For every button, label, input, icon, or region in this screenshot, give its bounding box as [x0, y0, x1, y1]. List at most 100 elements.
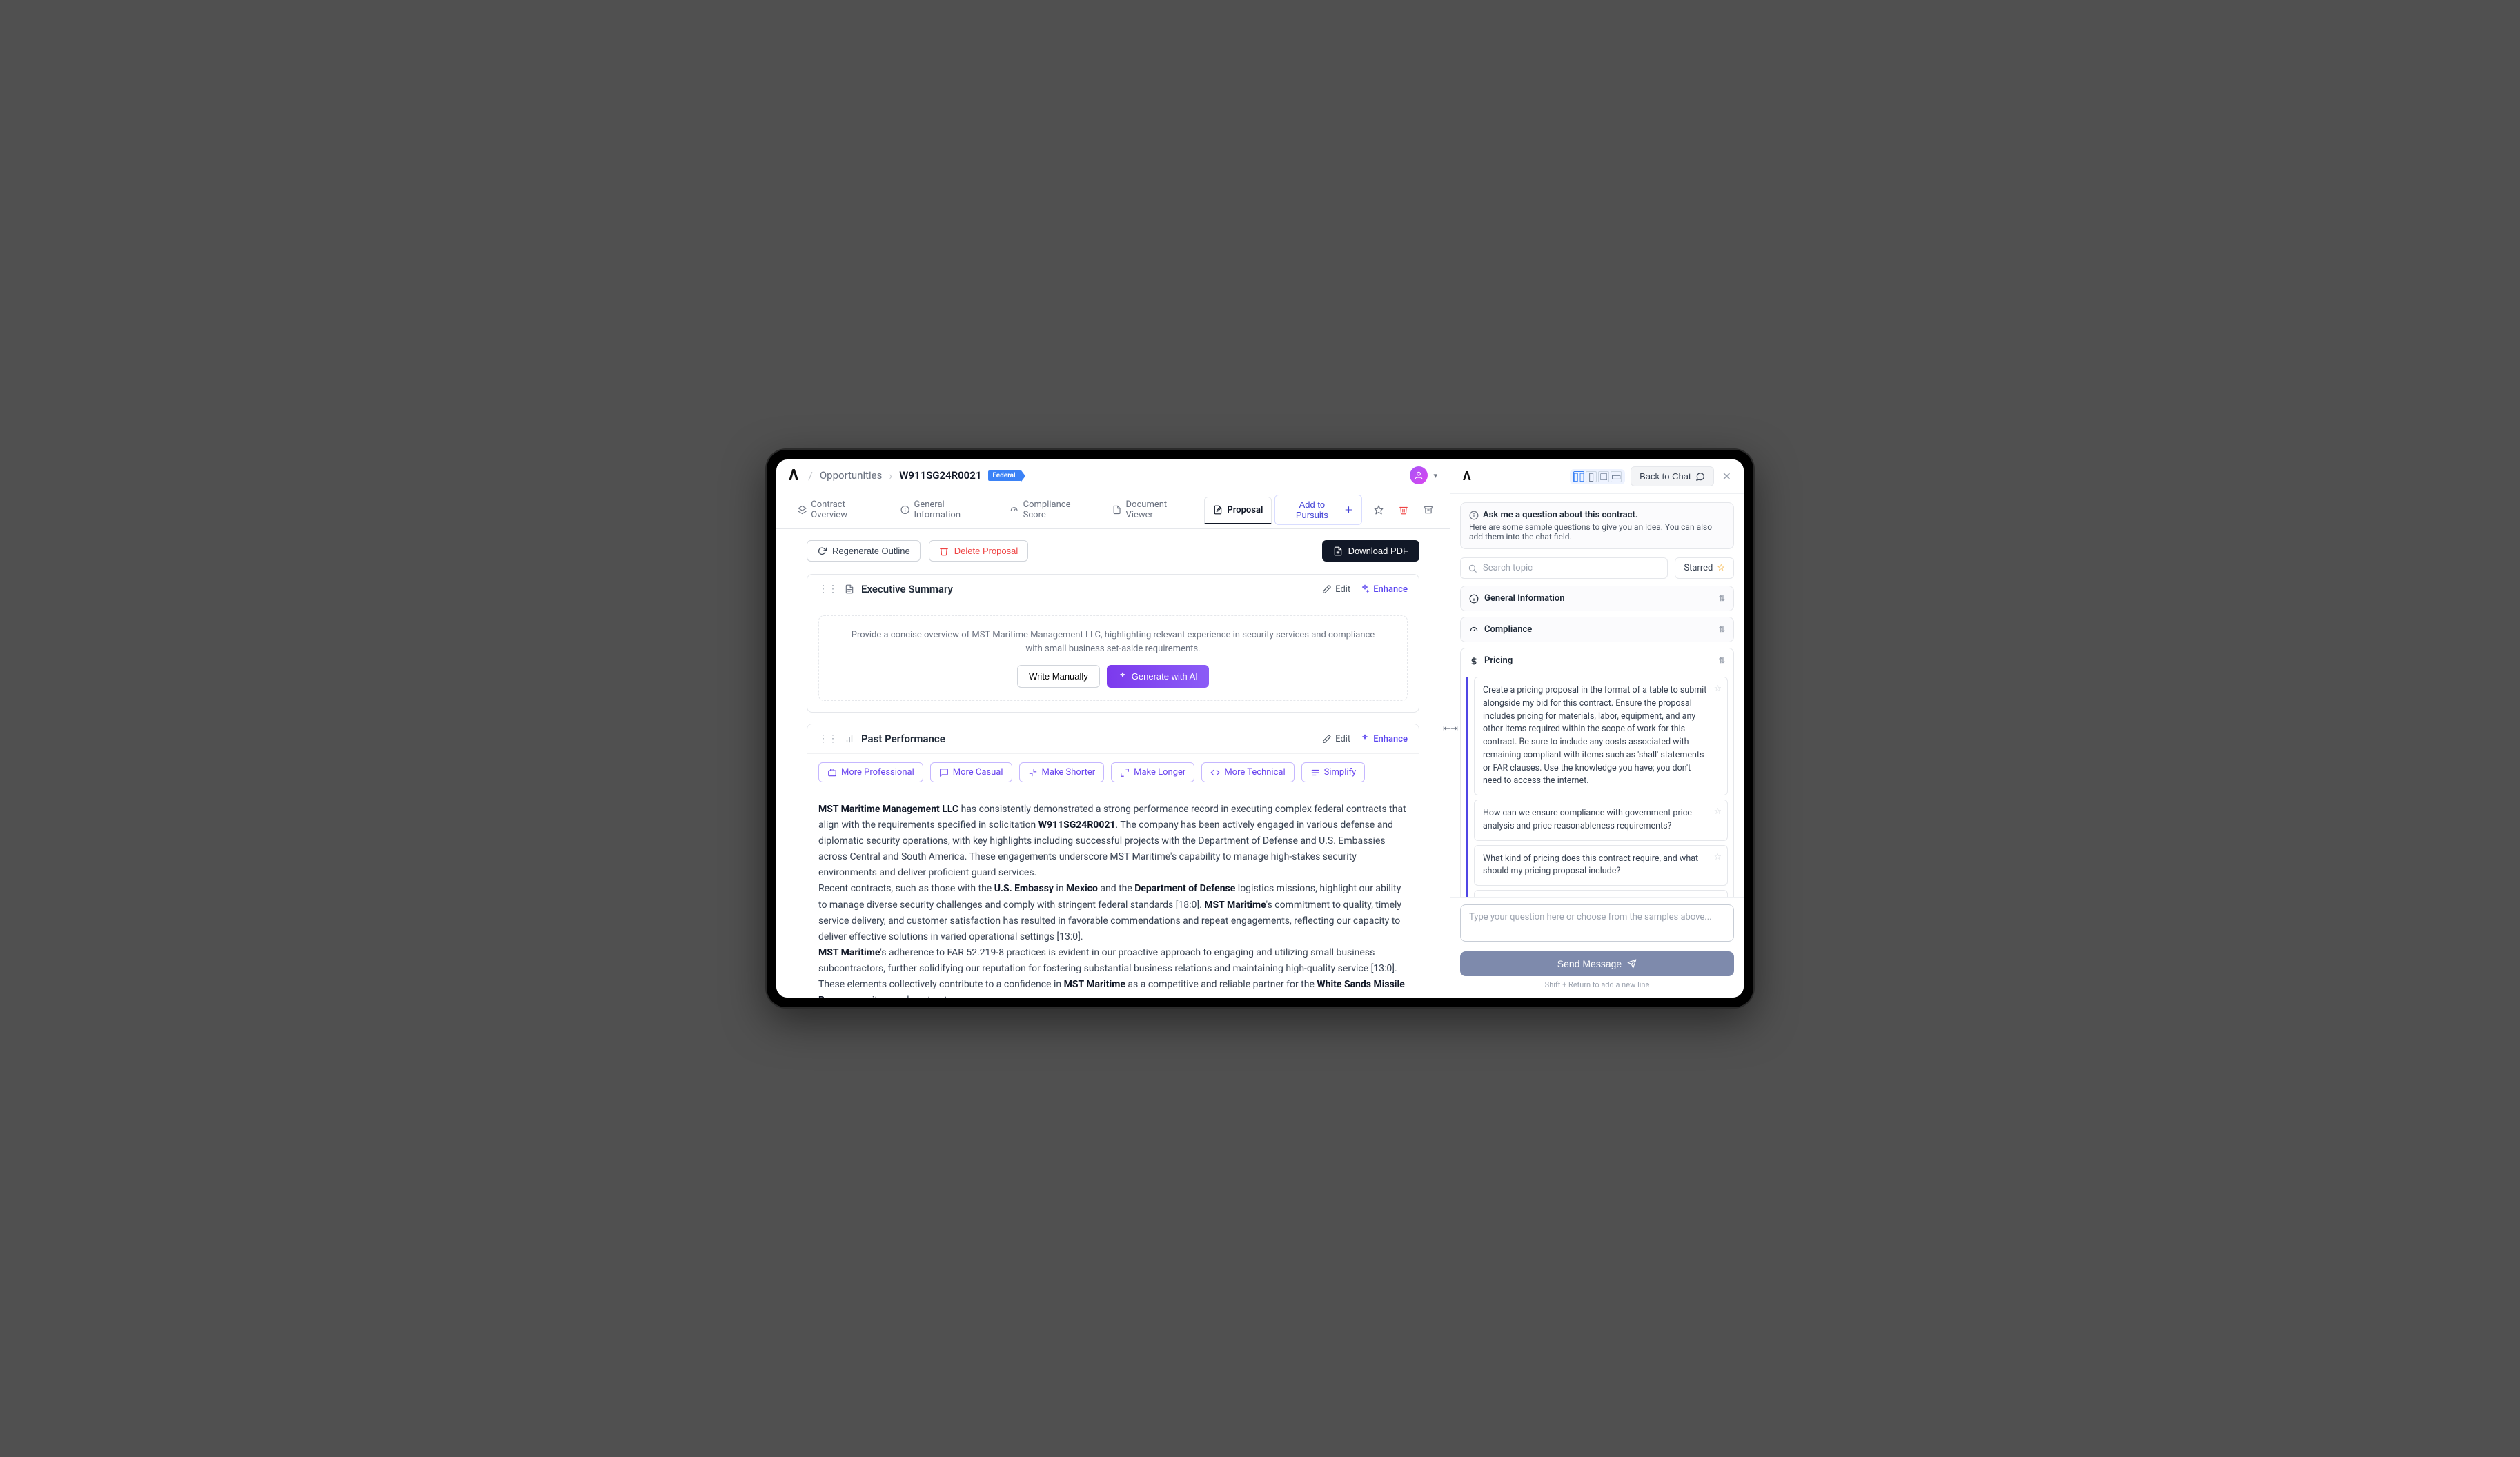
tab-contract-overview[interactable]: Contract Overview	[789, 491, 889, 528]
body-bold: MST Maritime	[818, 947, 880, 958]
layout-full-icon[interactable]: □	[1598, 471, 1609, 482]
split-handle-icon[interactable]: ⇤⇥	[1444, 722, 1457, 735]
section-title: Executive Summary	[861, 583, 953, 595]
tab-proposal[interactable]: Proposal	[1204, 497, 1272, 524]
star-outline-icon[interactable]: ☆	[1714, 896, 1722, 897]
gauge-icon	[1469, 625, 1479, 635]
enhance-section-button[interactable]: Enhance	[1360, 734, 1408, 744]
button-label: Delete Proposal	[954, 546, 1018, 556]
prompt-card[interactable]: What kind of pricing does this contract …	[1474, 845, 1728, 886]
chip-make-shorter[interactable]: Make Shorter	[1019, 762, 1105, 782]
acc-pricing[interactable]: Pricing ⇅ Create a pricing proposal in t…	[1460, 648, 1734, 897]
sparkle-icon	[1360, 584, 1370, 594]
drag-handle-icon[interactable]: ⋮⋮	[818, 584, 838, 595]
body-text-span: in	[1054, 883, 1066, 894]
generate-with-ai-button[interactable]: Generate with AI	[1107, 665, 1209, 688]
prompt-card[interactable]: Create a pricing proposal for my bid for…	[1474, 890, 1728, 897]
send-icon	[1627, 959, 1637, 969]
star-outline-icon[interactable]: ☆	[1714, 851, 1722, 864]
section-title: Past Performance	[861, 733, 945, 745]
side-logo: Λ	[1460, 469, 1474, 484]
trash-icon	[939, 546, 949, 556]
button-label: Send Message	[1557, 958, 1622, 969]
chip-more-casual[interactable]: More Casual	[930, 762, 1012, 782]
archive-icon-button[interactable]	[1419, 500, 1437, 519]
avatar-chevron-down-icon[interactable]: ▾	[1433, 471, 1437, 480]
layout-left-icon[interactable]: ▯	[1586, 471, 1597, 482]
add-to-pursuits-button[interactable]: Add to Pursuits	[1274, 495, 1362, 525]
send-message-button[interactable]: Send Message	[1460, 951, 1734, 976]
breadcrumb-root[interactable]: Opportunities	[820, 469, 883, 482]
layout-right-icon[interactable]: ▭	[1611, 471, 1622, 482]
refresh-icon	[817, 546, 827, 556]
close-panel-icon[interactable]: ✕	[1720, 467, 1734, 486]
user-avatar[interactable]	[1410, 466, 1428, 484]
section-executive-summary: ⋮⋮ Executive Summary Edit Enhance	[807, 574, 1419, 713]
chip-more-technical[interactable]: More Technical	[1201, 762, 1294, 782]
keyboard-hint: Shift + Return to add a new line	[1460, 980, 1734, 989]
drag-handle-icon[interactable]: ⋮⋮	[818, 733, 838, 744]
prompt-card[interactable]: How can we ensure compliance with govern…	[1474, 800, 1728, 841]
layout-toggle-group: ▯▯ ▯ □ ▭	[1570, 469, 1625, 484]
regenerate-outline-button[interactable]: Regenerate Outline	[807, 540, 921, 562]
content-scroll[interactable]: Regenerate Outline Delete Proposal Downl…	[776, 529, 1450, 998]
chip-label: More Technical	[1224, 767, 1285, 777]
acc-compliance[interactable]: Compliance ⇅	[1460, 617, 1734, 642]
acc-label: Compliance	[1484, 624, 1532, 635]
chat-side-panel: ⇤⇥ Λ ▯▯ ▯ □ ▭ Back to Chat ✕ Ask me a qu…	[1450, 459, 1744, 998]
acc-label: General Information	[1484, 593, 1564, 604]
edit-section-button[interactable]: Edit	[1322, 734, 1350, 744]
body-text-span: Recent contracts, such as those with the	[818, 883, 994, 894]
star-icon-button[interactable]	[1369, 500, 1387, 519]
chevron-right-icon: ›	[889, 469, 892, 482]
body-bold: Department of Defense	[1134, 883, 1235, 894]
past-performance-body: MST Maritime Management LLC has consiste…	[807, 786, 1419, 998]
delete-proposal-button[interactable]: Delete Proposal	[929, 540, 1029, 562]
sparkle-icon	[1118, 672, 1128, 682]
star-outline-icon[interactable]: ☆	[1714, 806, 1722, 819]
chip-make-longer[interactable]: Make Longer	[1111, 762, 1194, 782]
chip-simplify[interactable]: Simplify	[1301, 762, 1366, 782]
info-icon	[900, 505, 909, 515]
enhance-section-button[interactable]: Enhance	[1360, 584, 1408, 595]
edit-section-button[interactable]: Edit	[1322, 584, 1350, 595]
acc-general-information[interactable]: General Information ⇅	[1460, 586, 1734, 611]
back-to-chat-button[interactable]: Back to Chat	[1631, 466, 1713, 486]
tab-document-viewer[interactable]: Document Viewer	[1103, 491, 1201, 528]
pencil-icon	[1322, 734, 1332, 744]
search-topic-input[interactable]: Search topic	[1460, 557, 1668, 579]
topic-accordion[interactable]: General Information ⇅ Compliance ⇅ Prici…	[1450, 586, 1744, 897]
button-label: Regenerate Outline	[832, 546, 910, 556]
prompt-card[interactable]: Create a pricing proposal in the format …	[1474, 677, 1728, 795]
body-bold: W911SG24R0021	[1038, 820, 1116, 831]
code-icon	[1210, 768, 1220, 777]
ask-info-card: Ask me a question about this contract. H…	[1460, 502, 1734, 549]
write-manually-button[interactable]: Write Manually	[1017, 665, 1100, 688]
chip-label: Simplify	[1324, 767, 1357, 777]
button-label: Back to Chat	[1640, 471, 1691, 482]
chip-label: Make Longer	[1134, 767, 1185, 777]
body-bold: MST Maritime	[1064, 979, 1125, 990]
tabs-row: Contract Overview General Information Co…	[776, 491, 1450, 529]
app-logo[interactable]: Λ	[786, 467, 801, 484]
chip-label: More Professional	[841, 767, 914, 777]
layout-split-icon[interactable]: ▯▯	[1573, 471, 1584, 482]
tab-label: Compliance Score	[1023, 499, 1092, 520]
chip-more-professional[interactable]: More Professional	[818, 762, 923, 782]
info-subtitle-text: Here are some sample questions to give y…	[1469, 522, 1725, 542]
tab-general-information[interactable]: General Information	[892, 491, 998, 528]
chip-label: More Casual	[953, 767, 1003, 777]
layers-icon	[798, 505, 807, 515]
trash-icon-button[interactable]	[1395, 500, 1412, 519]
body-bold: MST Maritime	[1204, 900, 1266, 911]
chat-input[interactable]	[1460, 904, 1734, 942]
tab-label: Document Viewer	[1126, 499, 1193, 520]
document-icon	[845, 584, 854, 594]
starred-filter-button[interactable]: Starred ☆	[1675, 557, 1734, 579]
download-pdf-button[interactable]: Download PDF	[1322, 540, 1419, 562]
body-text-span: security guard contract.	[846, 995, 949, 998]
tab-compliance-score[interactable]: Compliance Score	[1001, 491, 1101, 528]
star-outline-icon[interactable]: ☆	[1714, 683, 1722, 696]
tab-label: Proposal	[1227, 505, 1263, 515]
search-icon	[1468, 564, 1477, 573]
